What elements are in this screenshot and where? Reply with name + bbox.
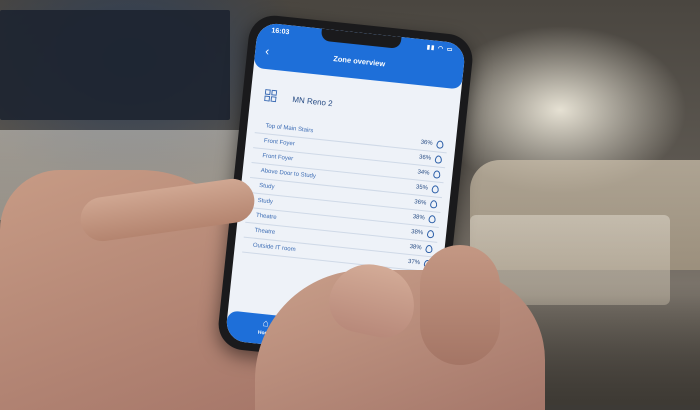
humidity-value: 38% bbox=[409, 244, 422, 252]
droplet-icon bbox=[434, 155, 443, 164]
droplet-icon bbox=[428, 214, 437, 224]
droplet-icon bbox=[431, 185, 440, 194]
humidity-value: 35% bbox=[415, 184, 429, 192]
humidity-value: 38% bbox=[412, 214, 425, 222]
television bbox=[0, 10, 230, 120]
humidity-value: 38% bbox=[410, 229, 424, 237]
droplet-icon bbox=[432, 170, 441, 179]
sensor-label: Top of Main Stairs bbox=[265, 123, 314, 135]
sensor-label: Study bbox=[258, 182, 275, 191]
right-fingers bbox=[420, 245, 500, 365]
sensor-label: Front Foyer bbox=[263, 138, 296, 148]
status-icons: ▮▮ ◠ ▭ bbox=[426, 44, 454, 54]
sensor-label: Theatre bbox=[254, 227, 276, 236]
humidity-value: 36% bbox=[413, 199, 427, 207]
sensor-label: Study bbox=[257, 197, 274, 206]
sensor-label: Theatre bbox=[255, 212, 277, 221]
grid-icon bbox=[264, 89, 279, 104]
humidity-value: 34% bbox=[417, 169, 430, 177]
sensor-label: Above Door to Study bbox=[260, 168, 317, 180]
droplet-icon bbox=[429, 199, 438, 209]
humidity-value: 36% bbox=[420, 139, 433, 147]
sensor-label: Outside IT room bbox=[252, 242, 296, 254]
zone-name: MN Reno 2 bbox=[291, 94, 334, 108]
sensor-label: Front Foyer bbox=[261, 153, 294, 163]
humidity-value: 36% bbox=[418, 154, 432, 162]
sensor-list: Top of Main Stairs 36% Front Foyer 36% F… bbox=[242, 118, 449, 273]
droplet-icon bbox=[425, 244, 433, 254]
status-time: 16:03 bbox=[271, 27, 290, 37]
droplet-icon bbox=[436, 140, 444, 149]
droplet-icon bbox=[426, 229, 435, 239]
humidity-value: 37% bbox=[407, 258, 421, 267]
